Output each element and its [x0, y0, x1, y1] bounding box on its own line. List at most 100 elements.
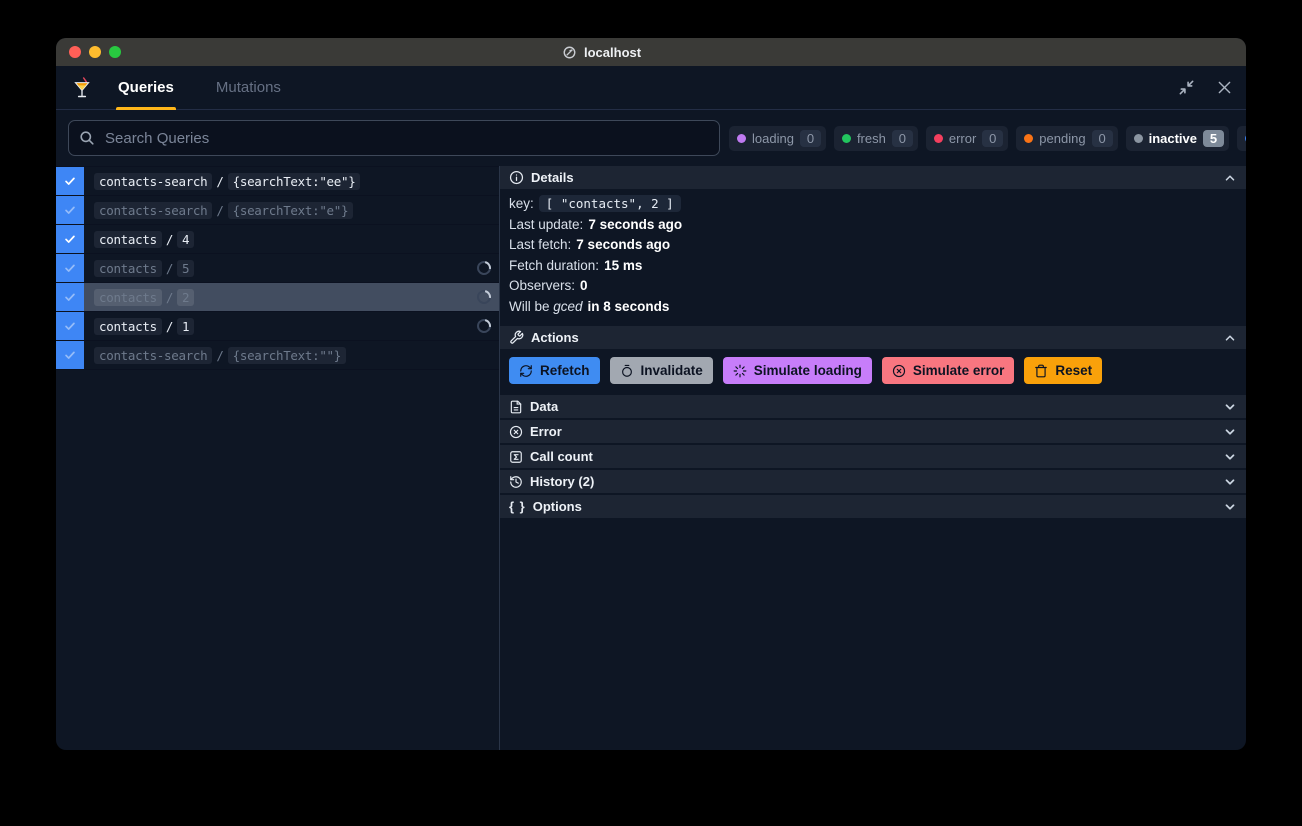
section-title: Options	[533, 499, 582, 514]
search-input[interactable]	[68, 120, 720, 156]
chevron-down-icon	[1223, 450, 1237, 464]
close-devtools-button[interactable]	[1217, 80, 1232, 95]
circle-x-icon	[509, 425, 523, 439]
loading-burst-icon	[733, 364, 747, 378]
section-title: Error	[530, 424, 562, 439]
query-key: contacts-search/{searchText:""}	[84, 341, 499, 369]
status-badge-label: loading	[752, 131, 794, 146]
collapse-devtools-button[interactable]	[1178, 79, 1195, 96]
section-callcount-header[interactable]: Call count	[500, 445, 1246, 468]
section-data-header[interactable]: Data	[500, 395, 1246, 418]
collapsed-sections: Data Error Call count History (2) { } Options	[500, 393, 1246, 518]
status-badge-fresh[interactable]: fresh0	[834, 126, 918, 151]
query-key-separator: /	[162, 232, 177, 247]
query-key: contacts/5	[84, 254, 499, 282]
section-actions-header[interactable]: Actions	[500, 326, 1246, 349]
stale-dot-icon	[1245, 134, 1246, 143]
detail-value: in 8 seconds	[588, 299, 670, 314]
tab-mutations-label: Mutations	[216, 79, 281, 96]
section-history-header[interactable]: History (2)	[500, 470, 1246, 493]
query-checkbox[interactable]	[56, 254, 84, 282]
section-title: Call count	[530, 449, 593, 464]
braces-icon: { }	[509, 499, 526, 514]
fetching-spinner-icon	[474, 258, 493, 277]
details-panel: Details key: [ "contacts", 2 ] Last update…	[499, 166, 1246, 750]
actions-buttons: Refetch Invalidate Simulate loading Simulat…	[500, 349, 1246, 393]
search-icon	[79, 130, 95, 146]
section-options-header[interactable]: { } Options	[500, 495, 1246, 518]
query-row[interactable]: contacts/5	[56, 254, 499, 283]
query-key-segment: contacts-search	[94, 347, 212, 364]
reset-button[interactable]: Reset	[1024, 357, 1102, 384]
query-key-segment: contacts	[94, 260, 162, 277]
section-title: History (2)	[530, 474, 594, 489]
section-error-header[interactable]: Error	[500, 420, 1246, 443]
zoom-window-button[interactable]	[109, 46, 121, 58]
devtools-header: Queries Mutations	[56, 66, 1246, 110]
query-key: contacts-search/{searchText:"e"}	[84, 196, 499, 224]
details-body: key: [ "contacts", 2 ] Last update:7 secon…	[500, 189, 1246, 326]
tab-mutations[interactable]: Mutations	[216, 66, 281, 110]
detail-label: key:	[509, 196, 534, 211]
gced-label: gced	[553, 299, 582, 314]
circle-x-icon	[892, 364, 906, 378]
detail-label: Last update:	[509, 217, 583, 232]
close-window-button[interactable]	[69, 46, 81, 58]
query-checkbox[interactable]	[56, 341, 84, 369]
status-badge-label: error	[949, 131, 976, 146]
detail-row: Last fetch:7 seconds ago	[509, 235, 1237, 256]
detail-label: Will be	[509, 299, 553, 314]
status-badge-pending[interactable]: pending0	[1016, 126, 1117, 151]
query-key: contacts/1	[84, 312, 499, 340]
detail-row: Last update:7 seconds ago	[509, 215, 1237, 236]
section-title: Data	[530, 399, 558, 414]
tab-queries[interactable]: Queries	[118, 66, 174, 110]
query-key-segment: contacts	[94, 289, 162, 306]
trash-icon	[1034, 364, 1048, 378]
query-row[interactable]: contacts/4	[56, 225, 499, 254]
refetch-button[interactable]: Refetch	[509, 357, 600, 384]
query-key-separator: /	[212, 348, 227, 363]
status-badge-loading[interactable]: loading0	[729, 126, 826, 151]
inactive-dot-icon	[1134, 134, 1143, 143]
simulate-loading-button[interactable]: Simulate loading	[723, 357, 872, 384]
query-row[interactable]: contacts-search/{searchText:""}	[56, 341, 499, 370]
pending-dot-icon	[1024, 134, 1033, 143]
status-badge-error[interactable]: error0	[926, 126, 1008, 151]
query-row[interactable]: contacts-search/{searchText:"e"}	[56, 196, 499, 225]
status-badge-inactive[interactable]: inactive5	[1126, 126, 1229, 151]
detail-row: Fetch duration:15 ms	[509, 256, 1237, 277]
status-badge-stale[interactable]: stale7	[1237, 126, 1246, 151]
detail-label: Last fetch:	[509, 237, 571, 252]
query-key: contacts/2	[84, 283, 499, 311]
query-row[interactable]: contacts-search/{searchText:"ee"}	[56, 167, 499, 196]
query-row[interactable]: contacts/1	[56, 312, 499, 341]
chevron-down-icon	[1223, 400, 1237, 414]
query-row[interactable]: contacts/2	[56, 283, 499, 312]
action-button-label: Invalidate	[641, 363, 703, 378]
query-checkbox[interactable]	[56, 312, 84, 340]
query-checkbox[interactable]	[56, 196, 84, 224]
status-badge-label: pending	[1039, 131, 1085, 146]
browser-window: localhost Queries Mutations	[56, 38, 1246, 750]
invalidate-icon	[620, 364, 634, 378]
query-key-separator: /	[212, 203, 227, 218]
query-key-separator: /	[212, 174, 227, 189]
query-key-segment: contacts	[94, 318, 162, 335]
query-checkbox[interactable]	[56, 283, 84, 311]
detail-label: Fetch duration:	[509, 258, 599, 273]
detail-row: Observers:0	[509, 276, 1237, 297]
invalidate-button[interactable]: Invalidate	[610, 357, 713, 384]
minimize-window-button[interactable]	[89, 46, 101, 58]
chevron-up-icon	[1223, 171, 1237, 185]
query-key-segment: contacts-search	[94, 202, 212, 219]
refresh-icon	[519, 364, 533, 378]
query-key-value: [ "contacts", 2 ]	[539, 195, 681, 212]
status-badge-count: 0	[892, 130, 913, 147]
query-checkbox[interactable]	[56, 225, 84, 253]
simulate-error-button[interactable]: Simulate error	[882, 357, 1015, 384]
query-checkbox[interactable]	[56, 167, 84, 195]
detail-label: Observers:	[509, 278, 575, 293]
section-details-header[interactable]: Details	[500, 166, 1246, 189]
query-key-separator: /	[162, 319, 177, 334]
